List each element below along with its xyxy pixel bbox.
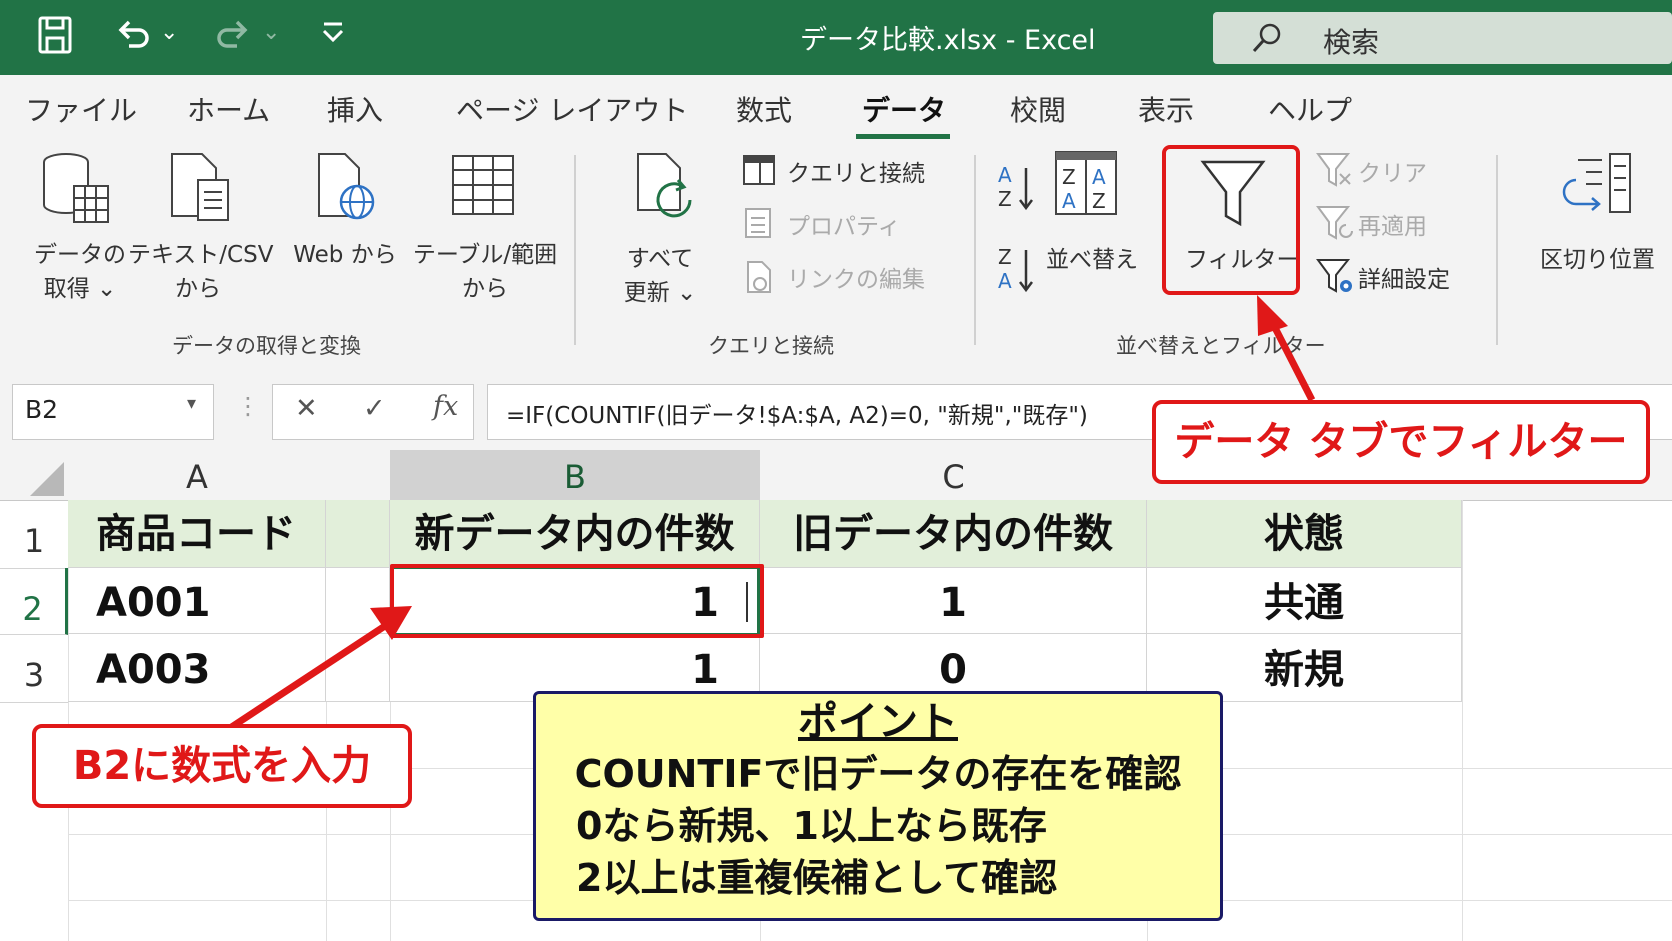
data-tab-filter-callout: データ タブでフィルター (1152, 400, 1650, 484)
arrow-to-filter (1266, 316, 1316, 402)
point-title: ポイント (798, 699, 958, 745)
point-callout-box: ポイント COUNTIFで旧データの存在を確認 0なら新規、1以上なら既存 2以… (533, 691, 1223, 921)
point-line-1: COUNTIFで旧データの存在を確認 (574, 752, 1182, 796)
arrow-to-filter-head (1257, 295, 1288, 336)
arrow-to-b2 (228, 621, 390, 731)
point-line-3: 2以上は重複候補として確認 (576, 856, 1058, 900)
point-line-2: 0なら新規、1以上なら既存 (576, 804, 1047, 848)
b2-formula-callout: B2に数式を入力 (32, 724, 412, 808)
